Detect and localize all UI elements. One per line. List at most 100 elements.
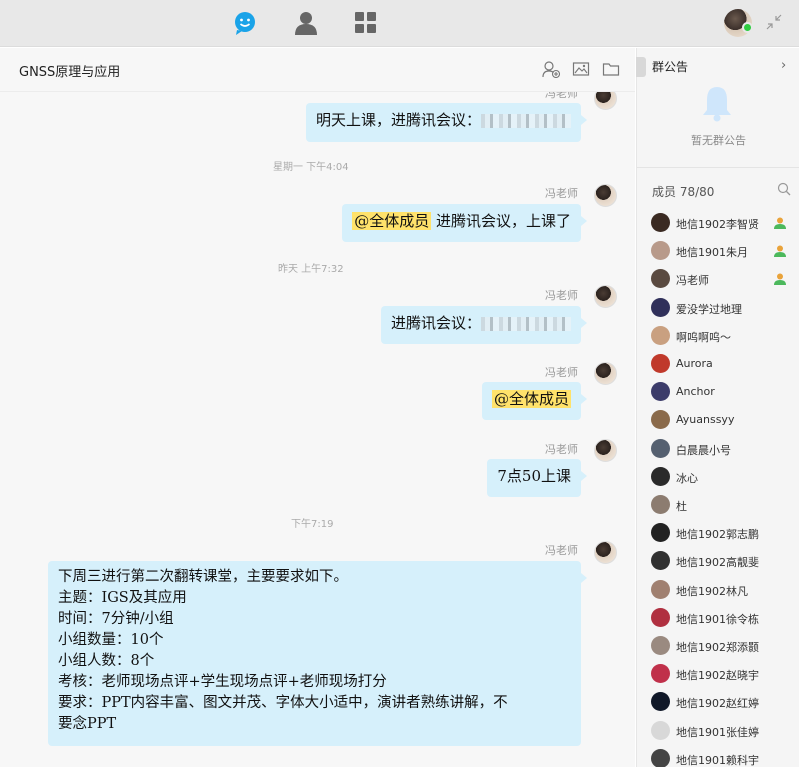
member-avatar	[651, 551, 670, 571]
member-name: 冰心	[676, 471, 698, 485]
message-bubble[interactable]: @全体成员 进腾讯会议，上课了	[342, 204, 587, 242]
member-name: 地信1901徐令栋	[676, 612, 759, 626]
message-list[interactable]: 冯老师 明天上课，进腾讯会议： 星期一 下午4:04 冯老师 @全体成员 进腾讯…	[0, 92, 635, 767]
folder-icon[interactable]	[602, 60, 620, 78]
member-avatar	[651, 720, 670, 740]
sender-name: 冯老师	[545, 443, 578, 456]
collapse-panel-handle[interactable]	[636, 57, 646, 77]
member-name: 地信1902赵红婷	[676, 697, 759, 711]
image-gallery-icon[interactable]	[572, 60, 590, 78]
member-item[interactable]: Ayuanssyy	[651, 410, 799, 430]
contacts-icon[interactable]	[293, 10, 319, 36]
member-avatar	[651, 382, 670, 402]
group-info-panel: 群公告 › 暂无群公告 成员 78/80 地信1902李智贤 地信1901朱月冯老…	[636, 48, 799, 767]
admin-icon	[774, 273, 786, 286]
sender-avatar	[594, 92, 617, 110]
message-line: 考核：老师现场点评+学生现场点评+老师现场打分	[58, 674, 387, 690]
message-bubble[interactable]: @全体成员	[481, 382, 588, 420]
apps-icon[interactable]	[353, 10, 379, 36]
message-line: 下周三进行第二次翻转课堂，主要要求如下。	[58, 569, 348, 585]
message-line: 时间：7分钟/小组	[58, 611, 174, 627]
member-item[interactable]: 白晨晨小号	[651, 438, 799, 459]
empty-notice-text: 暂无群公告	[691, 134, 746, 147]
member-item[interactable]: 地信1902赵晓宇	[651, 664, 799, 684]
member-name: Anchor	[676, 385, 715, 399]
message-text: 7点50上课	[497, 467, 571, 485]
member-item[interactable]: 地信1901赖科宇	[651, 748, 799, 767]
sender-name: 冯老师	[545, 289, 578, 302]
member-name: Ayuanssyy	[676, 413, 735, 427]
member-item[interactable]: 爱没学过地理	[651, 297, 799, 318]
member-item[interactable]: 地信1902林凡	[651, 579, 799, 600]
member-name: 地信1902赵晓宇	[676, 669, 759, 683]
member-count: 成员 78/80	[652, 185, 715, 199]
timestamp: 星期一 下午4:04	[273, 162, 349, 173]
add-member-icon[interactable]	[542, 60, 560, 78]
member-item[interactable]: Anchor	[651, 382, 799, 402]
member-avatar	[651, 241, 670, 261]
message-line: 主题：IGS及其应用	[58, 590, 187, 606]
sender-name: 冯老师	[545, 187, 578, 200]
member-item[interactable]: 杜	[651, 495, 799, 515]
chevron-right-icon[interactable]: ›	[781, 58, 786, 73]
mention-tag[interactable]: @全体成员	[352, 212, 432, 230]
message-line: 小组人数：8个	[58, 653, 155, 669]
member-avatar	[651, 325, 670, 345]
sender-avatar	[594, 362, 617, 385]
timestamp: 下午7:19	[291, 519, 334, 530]
message-bubble[interactable]: 明天上课，进腾讯会议：	[305, 103, 588, 142]
member-avatar	[651, 495, 670, 514]
member-item[interactable]: 地信1902郑添颢	[651, 636, 799, 656]
member-avatar	[651, 636, 670, 655]
chat-title: GNSS原理与应用	[19, 65, 121, 80]
member-avatar	[651, 297, 670, 317]
member-name: Aurora	[676, 357, 713, 370]
member-item[interactable]: 地信1901徐令栋	[651, 607, 799, 628]
member-item[interactable]: 冯老师	[651, 269, 799, 289]
member-avatar	[651, 664, 670, 684]
member-name: 杜	[676, 500, 687, 513]
admin-icon	[774, 245, 786, 258]
member-name: 冯老师	[676, 274, 709, 288]
member-item[interactable]: 啊呜啊呜～	[651, 325, 799, 346]
member-avatar	[651, 692, 670, 712]
member-avatar	[651, 354, 670, 373]
bell-icon	[703, 87, 731, 122]
member-item[interactable]: 地信1901朱月	[651, 241, 799, 261]
member-avatar	[651, 748, 670, 767]
member-avatar	[651, 466, 670, 486]
sender-avatar	[594, 439, 617, 462]
search-icon[interactable]	[777, 182, 791, 196]
sender-avatar	[594, 541, 617, 564]
member-item[interactable]: 地信1902赵红婷	[651, 692, 799, 712]
chat-header: GNSS原理与应用	[0, 48, 635, 92]
redacted-text	[481, 317, 571, 331]
message-line: 小组数量：10个	[58, 632, 164, 648]
member-avatar	[651, 438, 670, 458]
member-avatar	[651, 213, 670, 232]
sender-name: 冯老师	[545, 366, 578, 379]
message-bubble[interactable]: 下周三进行第二次翻转课堂，主要要求如下。 主题：IGS及其应用 时间：7分钟/小…	[48, 561, 587, 746]
sender-avatar	[594, 184, 617, 207]
admin-icon	[774, 217, 786, 229]
member-item[interactable]: 地信1902郭志鹏	[651, 523, 799, 543]
divider	[637, 167, 799, 168]
member-avatar	[651, 410, 670, 430]
message-bubble[interactable]: 7点50上课	[487, 459, 587, 497]
chat-icon[interactable]	[232, 10, 258, 36]
message-bubble[interactable]: 进腾讯会议：	[380, 306, 588, 344]
mention-tag[interactable]: @全体成员	[491, 390, 571, 408]
message-text: 进腾讯会议：	[390, 314, 481, 332]
member-name: 白晨晨小号	[676, 443, 731, 457]
member-item[interactable]: 地信1902高靓斐	[651, 551, 799, 571]
shrink-window-icon[interactable]	[766, 14, 782, 30]
member-item[interactable]: Aurora	[651, 354, 799, 374]
notice-title[interactable]: 群公告	[652, 58, 688, 75]
member-name: 地信1901张佳婷	[676, 725, 759, 739]
online-status-icon	[742, 22, 753, 33]
member-item[interactable]: 冰心	[651, 466, 799, 487]
member-avatar	[651, 269, 670, 289]
member-item[interactable]: 地信1902李智贤	[651, 213, 799, 233]
message-text: 进腾讯会议，上课了	[431, 212, 571, 230]
member-item[interactable]: 地信1901张佳婷	[651, 720, 799, 741]
